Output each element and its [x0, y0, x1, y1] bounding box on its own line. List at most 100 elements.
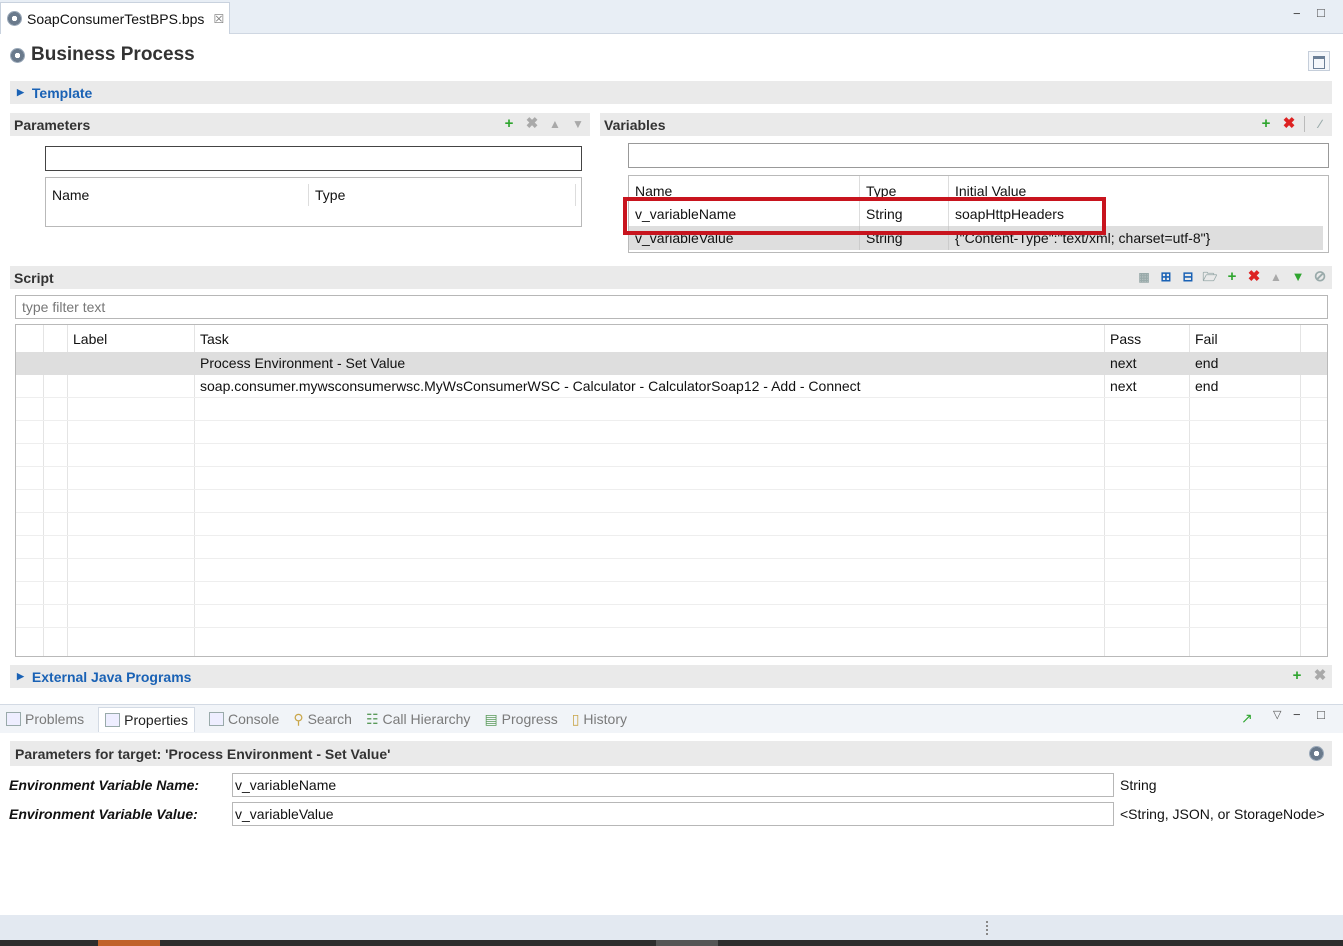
disable-icon[interactable]: ⊘ [1312, 269, 1328, 285]
row-task[interactable]: soap.consumer.mywsconsumerwsc.MyWsConsum… [200, 378, 861, 394]
variables-title: Variables [604, 116, 666, 133]
bps-file-icon [7, 11, 22, 26]
tab-label: Call Hierarchy [382, 711, 471, 727]
call-hierarchy-icon: ☷ [365, 710, 379, 727]
parameters-title: Parameters [14, 116, 91, 133]
add-step-icon[interactable]: + [1224, 269, 1240, 285]
column-header-fail[interactable]: Fail [1195, 331, 1218, 347]
template-title: Template [31, 84, 93, 101]
progress-icon: ▤ [484, 710, 498, 727]
env-var-value-label: Environment Variable Value: [9, 806, 198, 822]
tab-label: Console [227, 711, 280, 727]
table-row[interactable]: Process Environment - Set Value next end [16, 352, 1327, 375]
row-fail[interactable]: end [1195, 378, 1218, 394]
remove-parameter-icon[interactable]: ✖ [524, 116, 540, 132]
resize-handle[interactable] [986, 921, 988, 935]
collapse-all-icon[interactable]: ⊟ [1180, 269, 1196, 285]
tab-console[interactable]: Console [208, 711, 280, 727]
move-up-icon[interactable]: ▲ [1268, 269, 1284, 285]
column-header-pass[interactable]: Pass [1110, 331, 1141, 347]
tab-problems[interactable]: Problems [6, 711, 84, 727]
column-header-type[interactable]: Type [859, 176, 949, 202]
minimize-button[interactable]: − [1293, 6, 1301, 21]
clear-icon[interactable]: ∕ [1312, 116, 1328, 132]
tab-label: History [583, 711, 627, 727]
row-fail[interactable]: end [1195, 355, 1218, 371]
tab-label: Search [307, 711, 352, 727]
script-section-header: Script ▦ ⊞ ⊟ 🗁 + ✖ ▲ ▼ ⊘ [10, 266, 1332, 289]
close-tab-icon[interactable]: ☒ [213, 12, 224, 26]
row-pass[interactable]: next [1110, 378, 1136, 394]
remove-external-icon[interactable]: ✖ [1312, 668, 1328, 684]
parameters-table: Name Type [45, 177, 582, 227]
delete-step-icon[interactable]: ✖ [1246, 269, 1262, 285]
collapse-arrow-icon: ▶ [17, 671, 24, 681]
env-var-value-input[interactable]: v_variableValue [232, 802, 1114, 826]
env-var-name-label: Environment Variable Name: [9, 777, 200, 793]
collapse-arrow-icon: ▶ [17, 87, 24, 97]
open-folder-icon[interactable]: 🗁 [1202, 269, 1218, 285]
taskbar-item-active[interactable] [98, 940, 160, 946]
highlight-annotation [623, 197, 1106, 235]
tab-call-hierarchy[interactable]: ☷ Call Hierarchy [366, 711, 470, 728]
move-down-icon[interactable]: ▼ [1290, 269, 1306, 285]
properties-icon [105, 712, 121, 727]
minimize-view-button[interactable]: − [1293, 707, 1301, 722]
env-var-name-input[interactable]: v_variableName [232, 773, 1114, 797]
delete-variable-icon[interactable]: ✖ [1281, 116, 1297, 132]
variables-filter-input[interactable] [628, 143, 1329, 168]
script-table: Label Task Pass Fail Process Environment… [15, 324, 1328, 657]
add-variable-icon[interactable]: + [1258, 116, 1274, 132]
parameters-filter-input[interactable] [45, 146, 582, 171]
maximize-view-button[interactable]: □ [1317, 707, 1325, 722]
taskbar-item[interactable] [656, 940, 718, 946]
problems-icon [6, 712, 21, 726]
tab-progress[interactable]: ▤ Progress [484, 711, 557, 728]
open-console-icon[interactable]: ↗ [1241, 710, 1253, 727]
move-down-icon[interactable]: ▼ [570, 116, 586, 132]
column-header-name[interactable]: Name [629, 176, 860, 202]
properties-header: Parameters for target: 'Process Environm… [10, 741, 1332, 766]
page-title: Business Process [10, 44, 195, 66]
parameters-section-header: Parameters + ✖ ▲ ▼ [10, 113, 590, 136]
views-tab-bar: Problems Properties Console ⚲ Search ☷ Cal… [0, 704, 1343, 733]
column-header-initial-value[interactable]: Initial Value [949, 176, 1324, 202]
script-filter-input[interactable]: type filter text [15, 295, 1328, 319]
move-up-icon[interactable]: ▲ [547, 116, 563, 132]
expand-all-icon[interactable]: ⊞ [1158, 269, 1174, 285]
add-external-icon[interactable]: + [1289, 668, 1305, 684]
view-menu-icon[interactable]: ▽ [1273, 708, 1281, 721]
editor-tab[interactable]: SoapConsumerTestBPS.bps ☒ [0, 2, 230, 34]
maximize-button[interactable]: □ [1317, 5, 1325, 20]
form-layout-button[interactable] [1308, 51, 1330, 71]
column-header-type[interactable]: Type [308, 184, 576, 206]
tree-icon[interactable]: ▦ [1136, 269, 1152, 285]
settings-icon[interactable] [1309, 746, 1324, 761]
properties-header-text: Parameters for target: 'Process Environm… [15, 745, 391, 762]
table-row[interactable]: soap.consumer.mywsconsumerwsc.MyWsConsum… [16, 375, 1327, 398]
tab-search[interactable]: ⚲ Search [293, 711, 352, 728]
variables-section-header: Variables + ✖ ∕ [600, 113, 1332, 136]
row-pass[interactable]: next [1110, 355, 1136, 371]
tab-history[interactable]: ▯ History [572, 711, 627, 728]
column-header-label[interactable]: Label [73, 331, 107, 347]
external-java-section[interactable]: ▶ External Java Programs + ✖ [10, 665, 1332, 688]
row-task[interactable]: Process Environment - Set Value [200, 355, 405, 371]
layout-icon [1313, 56, 1325, 69]
search-icon: ⚲ [293, 710, 304, 727]
tab-label: Problems [25, 711, 85, 727]
column-header-task[interactable]: Task [200, 331, 229, 347]
script-title: Script [14, 269, 54, 286]
editor-tab-title: SoapConsumerTestBPS.bps [27, 10, 205, 27]
template-section[interactable]: ▶ Template [10, 81, 1332, 104]
external-java-title: External Java Programs [31, 668, 192, 685]
editor-tab-bar: SoapConsumerTestBPS.bps ☒ − □ [0, 0, 1343, 34]
separator [1304, 116, 1305, 132]
history-icon: ▯ [571, 710, 580, 727]
env-var-value-hint: <String, JSON, or StorageNode> [1120, 806, 1325, 822]
add-parameter-icon[interactable]: + [501, 116, 517, 132]
tab-label: Progress [501, 711, 558, 727]
column-header-name[interactable]: Name [46, 184, 309, 206]
page-title-text: Business Process [31, 44, 195, 65]
tab-properties[interactable]: Properties [98, 706, 195, 732]
